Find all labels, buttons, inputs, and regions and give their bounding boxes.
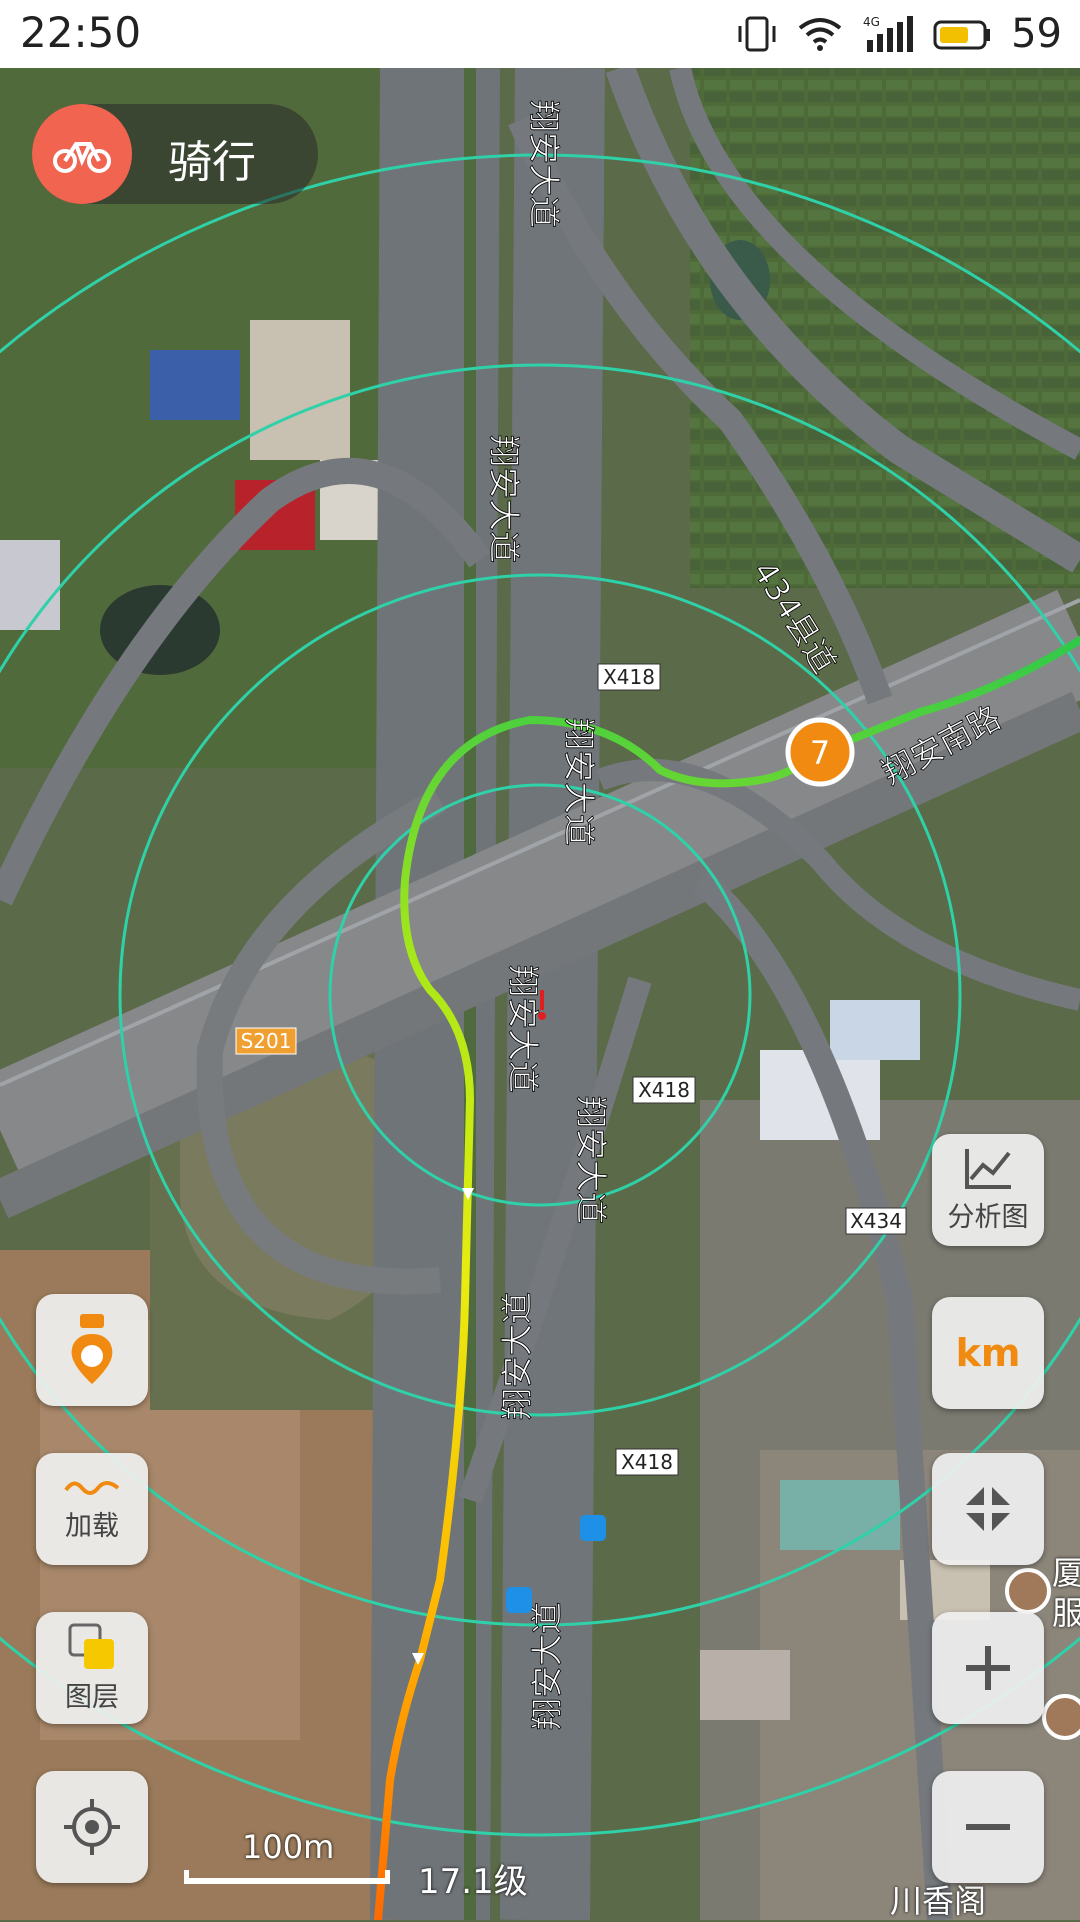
road-label: 翔安大道 xyxy=(525,100,563,228)
shield-label: X418 xyxy=(603,665,655,689)
satellite-map[interactable]: 7 翔安大道 翔安大道 翔安大道 翔安大道 翔安大道 翔安大道 翔安大道 434… xyxy=(0,68,1080,1920)
km-button[interactable]: km xyxy=(932,1297,1044,1409)
signal-icon: 4G xyxy=(863,15,914,52)
bus-stop-icon[interactable] xyxy=(580,1515,606,1541)
zoom-out-button[interactable] xyxy=(932,1771,1044,1883)
minus-icon xyxy=(966,1824,1010,1830)
poi-icon[interactable] xyxy=(1042,1694,1080,1740)
scale-distance: 100m xyxy=(242,1828,335,1866)
road-label: 翔安大道 xyxy=(572,1096,610,1224)
status-bar: 22:50 4G 59 xyxy=(0,0,1080,68)
poi-label: 服 xyxy=(1052,1594,1080,1632)
zoom-level: 17.1级 xyxy=(418,1862,528,1902)
chart-icon xyxy=(965,1148,1011,1189)
mode-label: 骑行 xyxy=(168,137,256,188)
bicycle-icon[interactable] xyxy=(32,104,132,204)
layers-icon xyxy=(68,1623,114,1669)
locate-button[interactable] xyxy=(36,1771,148,1883)
vibrate-icon xyxy=(738,16,776,52)
shield-label: S201 xyxy=(241,1029,292,1053)
map-view[interactable]: 7 翔安大道 翔安大道 翔安大道 翔安大道 翔安大道 翔安大道 翔安大道 434… xyxy=(0,68,1080,1920)
load-label: 加载 xyxy=(65,1510,119,1542)
layers-label: 图层 xyxy=(65,1681,119,1713)
collapse-icon xyxy=(966,1487,1010,1531)
road-label: 翔安大道 xyxy=(504,965,542,1093)
plus-icon xyxy=(966,1646,1010,1690)
km-marker-value: 7 xyxy=(810,734,830,772)
shield-label: X418 xyxy=(621,1450,673,1474)
locate-icon xyxy=(64,1799,120,1855)
footprint-button[interactable] xyxy=(36,1294,148,1406)
network-type: 4G xyxy=(863,15,880,29)
battery-percent: 59 xyxy=(1011,11,1062,57)
layers-button[interactable]: 图层 xyxy=(36,1612,148,1724)
collapse-button[interactable] xyxy=(932,1453,1044,1565)
footprint-pin-icon xyxy=(71,1314,113,1384)
status-time: 22:50 xyxy=(20,8,142,57)
zoom-in-button[interactable] xyxy=(932,1612,1044,1724)
shield-label: X434 xyxy=(850,1209,902,1233)
bus-stop-icon[interactable] xyxy=(506,1587,532,1613)
wifi-icon xyxy=(798,18,842,51)
road-label: 翔安大道 xyxy=(485,435,523,563)
road-label: 翔安大道 xyxy=(498,1292,536,1420)
analysis-button[interactable]: 分析图 xyxy=(932,1134,1044,1246)
road-label: 翔安大道 xyxy=(528,1602,566,1730)
km-marker: 7 xyxy=(785,717,855,787)
wave-icon xyxy=(64,1480,120,1495)
km-label: km xyxy=(955,1331,1021,1375)
mode-selector[interactable]: 骑行 xyxy=(32,104,318,204)
analysis-label: 分析图 xyxy=(947,1201,1029,1233)
status-icons: 4G 59 xyxy=(735,10,1062,58)
poi-icon[interactable] xyxy=(1005,1568,1051,1614)
road-label: 翔安大道 xyxy=(560,718,598,846)
load-button[interactable]: 加载 xyxy=(36,1453,148,1565)
scale-line xyxy=(184,1870,390,1884)
battery-icon xyxy=(933,20,991,50)
shield-label: X418 xyxy=(638,1078,690,1102)
